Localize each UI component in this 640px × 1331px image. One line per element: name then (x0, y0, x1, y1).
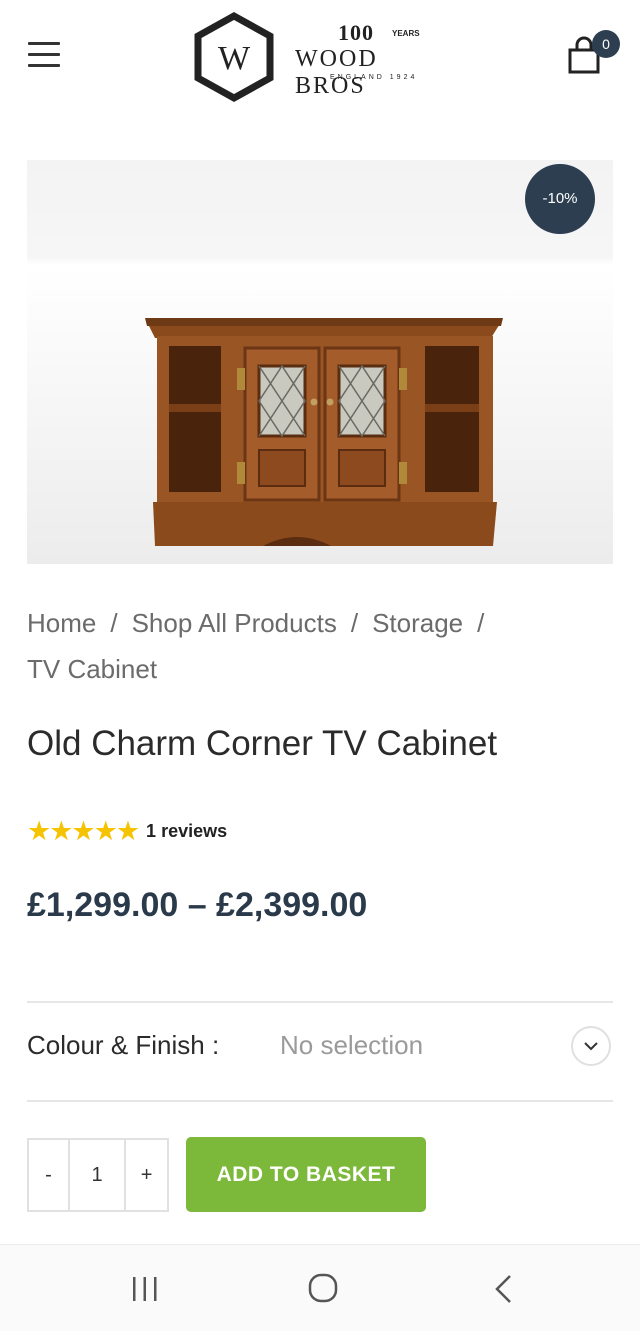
quantity-stepper: - 1 + (27, 1138, 169, 1212)
product-price: £1,299.00 – £2,399.00 (27, 886, 368, 924)
product-rating[interactable]: ★★★★★ 1 reviews (27, 816, 227, 846)
logo-subtitle: ENGLAND 1924 (330, 74, 418, 81)
divider (27, 1100, 613, 1102)
quantity-input[interactable]: 1 (70, 1140, 127, 1210)
discount-badge: -10% (525, 164, 595, 234)
tv-cabinet-illustration (145, 318, 503, 546)
breadcrumb-storage[interactable]: Storage (372, 608, 463, 638)
star-rating-icon: ★★★★★ (27, 815, 140, 846)
quantity-increase-button[interactable]: + (126, 1140, 167, 1210)
product-image[interactable] (27, 160, 613, 564)
variation-label: Colour & Finish : (27, 1030, 220, 1060)
breadcrumb-home[interactable]: Home (27, 608, 96, 638)
home-circle-icon[interactable] (308, 1273, 338, 1303)
logo-years: YEARS (392, 29, 420, 38)
breadcrumb-separator: / (477, 608, 485, 638)
chevron-down-icon[interactable] (571, 1026, 611, 1066)
colour-finish-select[interactable]: Colour & Finish : No selection (27, 1026, 613, 1070)
breadcrumb-separator: / (350, 608, 359, 638)
breadcrumb-current: TV Cabinet (27, 654, 158, 684)
wood-bros-logo[interactable]: W 100 YEARS WOOD BROS ENGLAND 1924 (192, 12, 452, 104)
back-chevron-icon[interactable] (492, 1273, 516, 1305)
hamburger-menu-icon[interactable] (28, 42, 60, 68)
basket-count-badge: 0 (592, 30, 620, 58)
breadcrumb-shop-all-products[interactable]: Shop All Products (132, 608, 337, 638)
variation-value[interactable]: No selection (280, 1030, 423, 1061)
add-to-basket-button[interactable]: ADD TO BASKET (186, 1137, 426, 1212)
product-title: Old Charm Corner TV Cabinet (27, 724, 498, 763)
site-header: W 100 YEARS WOOD BROS ENGLAND 1924 0 (0, 0, 640, 112)
divider (27, 1001, 613, 1003)
system-navigation-bar (0, 1244, 640, 1331)
logo-name: WOOD BROS (295, 46, 378, 99)
quantity-decrease-button[interactable]: - (29, 1140, 70, 1210)
logo-hexagon: W (194, 12, 274, 102)
logo-hundred: 100 (338, 20, 374, 45)
logo-letter: W (218, 40, 251, 77)
review-count[interactable]: 1 reviews (146, 821, 227, 842)
breadcrumb-separator: / (110, 608, 118, 638)
breadcrumb: Home / Shop All Products / Storage / TV Cabine… (27, 600, 587, 692)
recent-apps-icon[interactable] (131, 1275, 159, 1303)
